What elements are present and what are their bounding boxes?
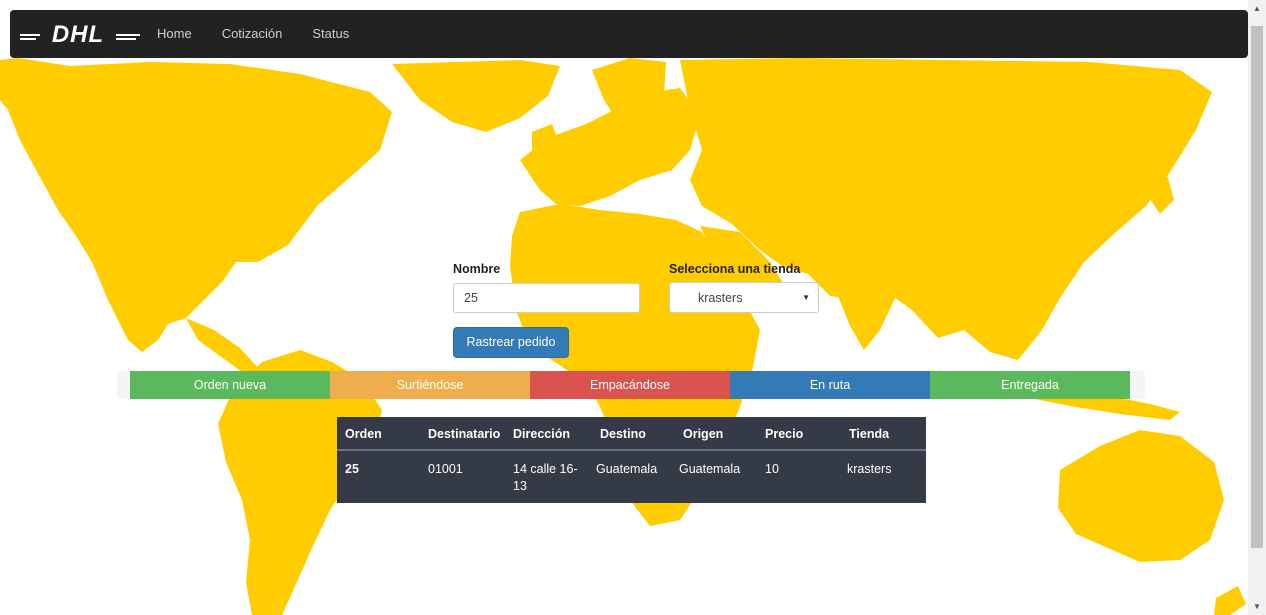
asia-shape bbox=[680, 58, 1212, 360]
status-step-entregada: Entregada bbox=[930, 371, 1130, 399]
dhl-logo[interactable]: DHL bbox=[10, 10, 142, 58]
order-table: Orden Destinatario Dirección Destino Ori… bbox=[337, 417, 926, 503]
brand-text: DHL bbox=[52, 21, 104, 47]
top-navbar: DHL Home Cotización Status bbox=[10, 10, 1248, 58]
scroll-up-icon[interactable]: ▲ bbox=[1248, 0, 1266, 17]
table-cell: Guatemala bbox=[596, 462, 658, 476]
table-cell: 25 bbox=[345, 462, 359, 476]
order-status-bar: Orden nueva Surtiéndose Empacándose En r… bbox=[117, 371, 1145, 399]
name-label: Nombre bbox=[453, 262, 501, 276]
table-header-cell: Destinatario bbox=[428, 427, 501, 441]
status-step-orden-nueva: Orden nueva bbox=[130, 371, 330, 399]
scrollbar-thumb[interactable] bbox=[1251, 26, 1263, 548]
north-america-shape bbox=[0, 58, 392, 352]
store-select-value: krasters bbox=[698, 290, 743, 305]
store-select[interactable]: krasters ▼ bbox=[669, 282, 819, 313]
nav-cotizacion-link[interactable]: Cotización bbox=[207, 10, 298, 58]
page-scrollbar[interactable]: ▲ ▼ bbox=[1248, 0, 1266, 615]
table-cell: Guatemala bbox=[679, 462, 741, 476]
table-header-cell: Destino bbox=[600, 427, 646, 441]
table-header-cell: Origen bbox=[683, 427, 724, 441]
table-cell: 01001 bbox=[428, 462, 463, 476]
table-header-cell: Precio bbox=[765, 427, 804, 441]
table-cell: krasters bbox=[847, 462, 892, 476]
chevron-down-icon: ▼ bbox=[802, 293, 810, 302]
dhl-logo-mark: DHL bbox=[20, 21, 140, 47]
nav-status-link[interactable]: Status bbox=[297, 10, 364, 58]
status-step-en-ruta: En ruta bbox=[730, 371, 930, 399]
japan-shape bbox=[1148, 168, 1174, 214]
track-order-button[interactable]: Rastrear pedido bbox=[453, 327, 569, 358]
nav-home-link[interactable]: Home bbox=[142, 10, 207, 58]
store-label: Selecciona una tienda bbox=[669, 262, 801, 276]
new-zealand-shape bbox=[1214, 586, 1246, 615]
table-header-row: Orden Destinatario Dirección Destino Ori… bbox=[337, 417, 926, 451]
scroll-down-icon[interactable]: ▼ bbox=[1248, 598, 1266, 615]
table-row: 25 01001 14 calle 16-13 Guatemala Guatem… bbox=[337, 451, 926, 501]
name-input[interactable] bbox=[453, 283, 640, 313]
table-header-cell: Orden bbox=[345, 427, 382, 441]
table-cell: 10 bbox=[765, 462, 779, 476]
table-header-cell: Dirección bbox=[513, 427, 570, 441]
status-step-surtiendose: Surtiéndose bbox=[330, 371, 530, 399]
table-cell: 14 calle 16-13 bbox=[513, 462, 578, 493]
status-step-empacandose: Empacándose bbox=[530, 371, 730, 399]
greenland-shape bbox=[392, 60, 560, 132]
table-header-cell: Tienda bbox=[849, 427, 890, 441]
australia-shape bbox=[1058, 430, 1224, 562]
